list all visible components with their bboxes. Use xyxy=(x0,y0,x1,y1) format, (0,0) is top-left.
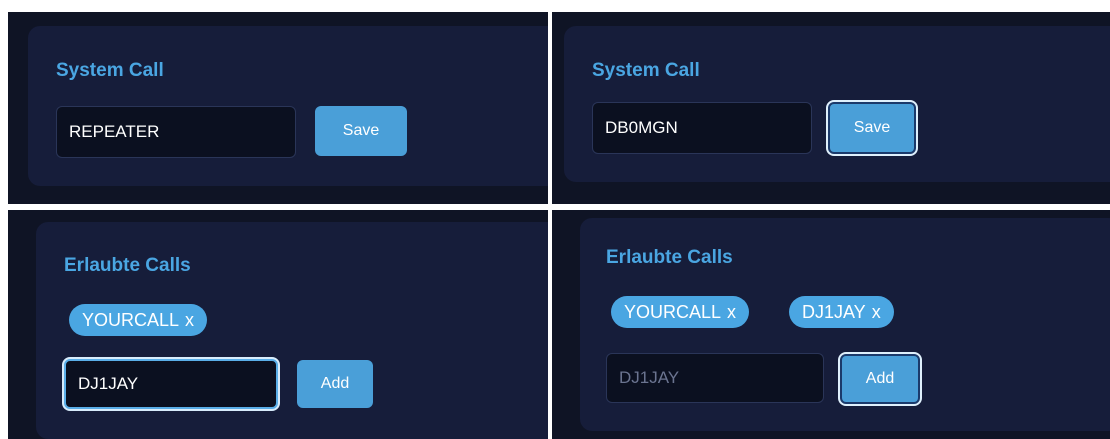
add-button[interactable]: Add xyxy=(840,354,920,404)
system-call-title: System Call xyxy=(592,60,700,81)
save-button[interactable]: Save xyxy=(828,102,916,154)
remove-chip-icon[interactable]: x xyxy=(727,302,736,322)
system-call-card: System Call Save xyxy=(28,26,548,186)
system-call-input[interactable] xyxy=(592,102,812,154)
allowed-call-chip[interactable]: YOURCALL x xyxy=(69,304,208,336)
call-input[interactable] xyxy=(606,353,824,403)
screenshot-allowed-calls-2: Erlaubte Calls YOURCALLx DJ1JAYx Add xyxy=(552,210,1110,439)
allowed-call-chip[interactable]: DJ1JAY x xyxy=(789,296,894,328)
call-input[interactable] xyxy=(64,359,278,409)
chip-label: DJ1JAY xyxy=(802,302,866,322)
screenshot-system-call-1: System Call Save xyxy=(8,12,548,204)
screenshot-allowed-calls-1: Erlaubte Calls YOURCALLx Add xyxy=(8,210,548,439)
add-button[interactable]: Add xyxy=(297,360,373,408)
chip-label: YOURCALL xyxy=(82,310,180,330)
screenshot-system-call-2: System Call Save xyxy=(552,12,1110,204)
remove-chip-icon[interactable]: x xyxy=(872,302,881,322)
allowed-calls-title: Erlaubte Calls xyxy=(606,247,733,268)
system-call-card: System Call Save xyxy=(564,26,1110,182)
system-call-title: System Call xyxy=(56,60,164,81)
allowed-calls-card: Erlaubte Calls YOURCALLx DJ1JAYx Add xyxy=(580,218,1110,431)
remove-chip-icon[interactable]: x xyxy=(185,310,194,330)
allowed-calls-title: Erlaubte Calls xyxy=(64,255,191,276)
chip-label: YOURCALL xyxy=(624,302,722,322)
save-button[interactable]: Save xyxy=(315,106,407,156)
system-call-input[interactable] xyxy=(56,106,296,158)
allowed-calls-card: Erlaubte Calls YOURCALLx Add xyxy=(36,222,548,439)
allowed-call-chip[interactable]: YOURCALL x xyxy=(611,296,750,328)
